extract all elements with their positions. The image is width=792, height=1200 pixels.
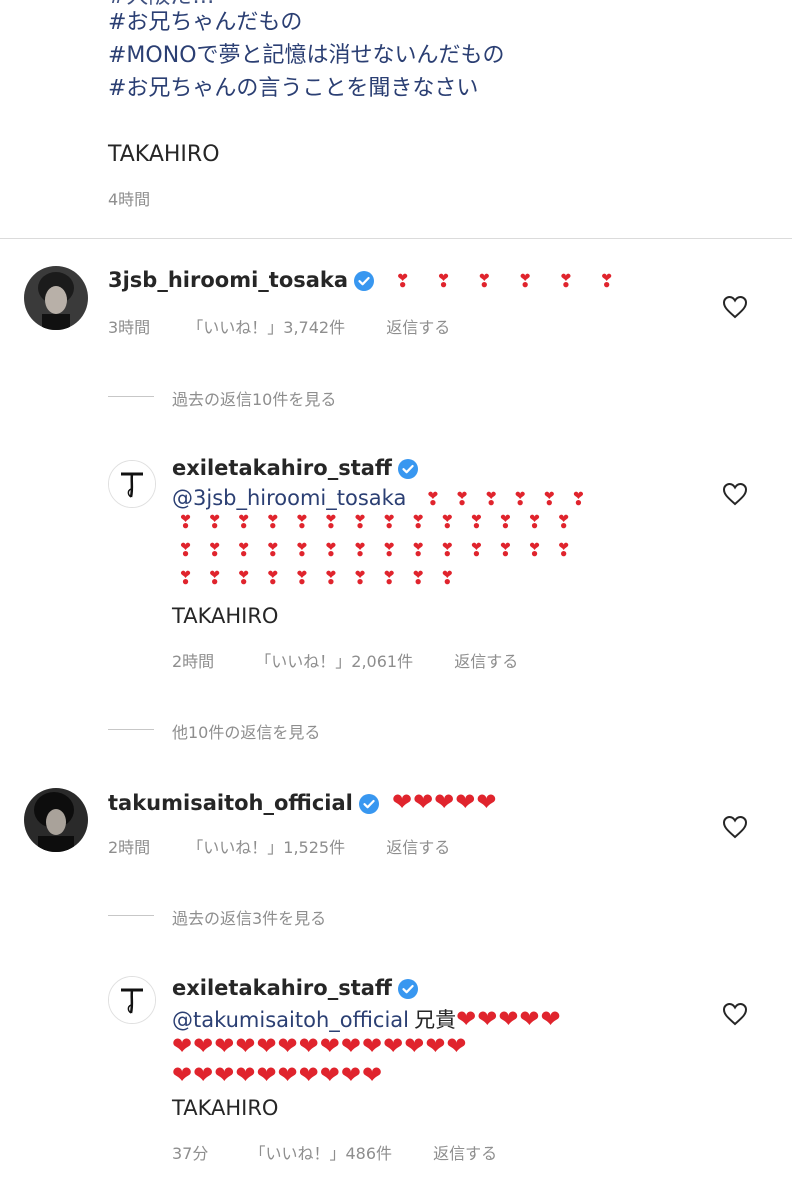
reply-button[interactable]: 返信する — [433, 1140, 497, 1164]
hearts-row: ❤❤❤❤❤ — [456, 1005, 562, 1033]
hearts-row: ❤❤❤❤❤❤❤❤❤❤❤❤❤❤ — [172, 1032, 468, 1060]
replies-divider-line — [108, 396, 154, 397]
replies-divider-line — [108, 915, 154, 916]
avatar[interactable] — [24, 266, 88, 330]
reply-button[interactable]: 返信する — [386, 314, 450, 338]
avatar[interactable] — [24, 788, 88, 852]
mention-link[interactable]: @takumisaitoh_official — [172, 1008, 409, 1032]
reply-button[interactable]: 返信する — [454, 648, 518, 672]
hashtag[interactable]: #MONOで夢と記憶は消せないんだもの — [108, 39, 505, 72]
heart-outline-icon[interactable] — [722, 1002, 748, 1026]
hearts-row: ❣❣❣❣❣❣❣❣❣❣❣❣❣❣ — [178, 512, 586, 533]
reply-signature: TAKAHIRO — [172, 604, 279, 628]
comment-meta: 2時間 「いいね！」1,525件 返信する — [108, 834, 450, 858]
verified-badge-icon — [358, 793, 379, 814]
reply-word: 兄貴 — [414, 1008, 457, 1032]
comment-time: 3時間 — [108, 318, 151, 337]
reply-text-line: @3jsb_hiroomi_tosaka ❣❣❣❣❣❣ — [172, 486, 600, 510]
replies-divider-line — [108, 729, 154, 730]
logo-t-icon — [109, 977, 155, 1023]
comment-meta: 3時間 「いいね！」3,742件 返信する — [108, 314, 450, 338]
likes-count[interactable]: 「いいね！」3,742件 — [187, 314, 345, 338]
reply-time: 2時間 — [172, 652, 215, 671]
heart-outline-icon[interactable] — [722, 295, 748, 319]
reply-meta: 2時間 「いいね！」2,061件 返信する — [172, 648, 518, 672]
comment-header: takumisaitoh_official ❤❤❤❤❤ — [108, 788, 498, 816]
username[interactable]: takumisaitoh_official — [108, 791, 353, 815]
verified-badge-icon — [354, 270, 375, 291]
caption-time: 4時間 — [108, 190, 151, 209]
comment-text: ❤❤❤❤❤ — [391, 788, 498, 816]
hearts-row: ❤❤❤❤❤❤❤❤❤❤ — [172, 1061, 384, 1089]
comment-text: ❣ ❣ ❣ ❣ ❣ ❣ — [395, 271, 625, 292]
caption-signature: TAKAHIRO — [108, 142, 220, 167]
username[interactable]: exiletakahiro_staff — [172, 976, 392, 1000]
avatar[interactable] — [108, 460, 156, 508]
logo-t-icon — [109, 461, 155, 507]
reply-signature: TAKAHIRO — [172, 1096, 279, 1120]
username[interactable]: 3jsb_hiroomi_tosaka — [108, 268, 348, 292]
reply-time: 37分 — [172, 1144, 209, 1163]
divider — [0, 238, 792, 239]
likes-count[interactable]: 「いいね！」486件 — [249, 1140, 392, 1164]
view-replies-button[interactable]: 過去の返信10件を見る — [172, 386, 336, 410]
reply-button[interactable]: 返信する — [386, 834, 450, 858]
likes-count[interactable]: 「いいね！」2,061件 — [255, 648, 413, 672]
reply-text-line: @takumisaitoh_official 兄貴❤❤❤❤❤ — [172, 1004, 562, 1034]
comment-time: 2時間 — [108, 838, 151, 857]
hashtag[interactable]: #お兄ちゃんの言うことを聞きなさい — [108, 72, 478, 105]
avatar[interactable] — [108, 976, 156, 1024]
username[interactable]: exiletakahiro_staff — [172, 456, 392, 480]
heart-outline-icon[interactable] — [722, 815, 748, 839]
hashtag[interactable]: #お兄ちゃんだもの — [108, 6, 302, 39]
heart-outline-icon[interactable] — [722, 482, 748, 506]
reply-meta: 37分 「いいね！」486件 返信する — [172, 1140, 497, 1164]
reply-header: exiletakahiro_staff — [172, 456, 418, 480]
reply-header: exiletakahiro_staff — [172, 976, 418, 1000]
hearts-row: ❣❣❣❣❣❣ — [425, 489, 600, 510]
hearts-row: ❣❣❣❣❣❣❣❣❣❣ — [178, 568, 469, 589]
view-replies-button[interactable]: 他10件の返信を見る — [172, 719, 320, 743]
verified-badge-icon — [397, 978, 418, 999]
hearts-row: ❣❣❣❣❣❣❣❣❣❣❣❣❣❣ — [178, 540, 586, 561]
likes-count[interactable]: 「いいね！」1,525件 — [187, 834, 345, 858]
mention-link[interactable]: @3jsb_hiroomi_tosaka — [172, 486, 406, 510]
view-replies-button[interactable]: 過去の返信3件を見る — [172, 905, 326, 929]
verified-badge-icon — [397, 458, 418, 479]
comment-header: 3jsb_hiroomi_tosaka ❣ ❣ ❣ ❣ ❣ ❣ — [108, 268, 624, 292]
